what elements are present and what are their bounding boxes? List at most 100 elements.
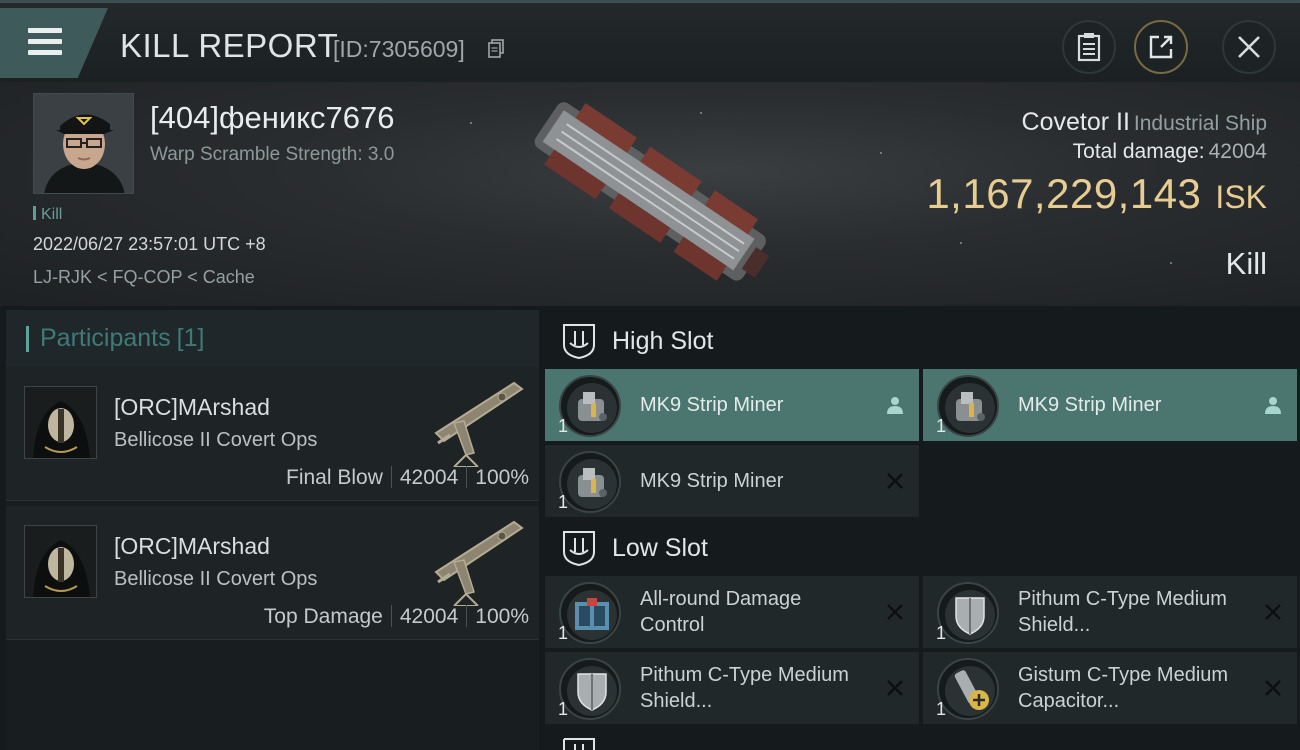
high-slot-title: High Slot	[612, 326, 714, 355]
total-damage: Total damage: 42004	[1073, 140, 1267, 164]
kill-tag: Kill	[33, 206, 62, 224]
total-damage-value: 42004	[1208, 140, 1267, 163]
participant-row[interactable]: [ORC]MArshad Bellicose II Covert Ops Fin…	[6, 367, 539, 501]
kill-location: LJ-RJK < FQ-COP < Cache	[33, 267, 255, 287]
module-quantity: 1	[558, 623, 569, 643]
module-item[interactable]: 1 MK9 Strip Miner	[923, 369, 1297, 441]
capacitor-icon	[937, 658, 999, 720]
participant-stats: Top Damage 42004 100%	[264, 605, 529, 629]
background-star	[470, 122, 472, 124]
close-icon[interactable]	[885, 678, 905, 698]
person-icon[interactable]	[885, 395, 905, 415]
share-icon	[1149, 35, 1173, 59]
participant-percent: 100%	[475, 466, 529, 489]
shield-icon	[937, 582, 999, 644]
stat-separator	[466, 466, 468, 488]
hooded-pilot-icon	[25, 387, 96, 458]
close-icon[interactable]	[1263, 602, 1283, 622]
low-slot-title: Low Slot	[612, 533, 708, 562]
ship-name[interactable]: Covetor II	[1022, 108, 1130, 136]
kill-summary: [404]феникс7676 Warp Scramble Strength: …	[0, 82, 1300, 306]
module-quantity: 1	[936, 623, 947, 643]
module-name: Pithum C-Type Medium Shield...	[640, 664, 849, 712]
participant-damage: 42004	[399, 466, 459, 489]
module-item[interactable]: 1 MK9 Strip Miner	[545, 369, 919, 441]
close-icon[interactable]	[1263, 678, 1283, 698]
module-name: All-round Damage Control	[640, 588, 802, 636]
total-damage-label: Total damage:	[1072, 140, 1205, 163]
victim-avatar[interactable]	[33, 93, 134, 194]
copy-icon[interactable]	[488, 39, 504, 58]
module-quantity: 1	[558, 699, 569, 719]
module-name: MK9 Strip Miner	[640, 470, 784, 492]
high-slot-icon	[563, 324, 595, 359]
stat-separator	[390, 605, 392, 627]
module-item[interactable]: 1 All-round Damage Control	[545, 576, 919, 648]
hooded-pilot-icon	[25, 526, 96, 597]
strip-miner-icon	[559, 451, 621, 513]
module-name: MK9 Strip Miner	[1018, 394, 1162, 416]
participant-damage: 42004	[399, 605, 459, 628]
ship-info: Covetor II Industrial Ship	[1022, 108, 1267, 137]
clipboard-icon	[1077, 33, 1101, 62]
participant-avatar	[24, 525, 97, 598]
participants-header[interactable]: Participants [1]	[6, 310, 539, 367]
strip-miner-graphic	[567, 383, 617, 433]
shield-graphic	[567, 666, 617, 716]
module-quantity: 1	[558, 416, 569, 436]
participant-role: Top Damage	[263, 605, 383, 628]
strip-miner-icon	[559, 375, 621, 437]
stat-separator	[390, 466, 392, 488]
shield-graphic	[945, 590, 995, 640]
isk-value-line: 1,167,229,143 ISK	[926, 170, 1267, 218]
menu-button[interactable]	[0, 8, 108, 78]
background-star	[880, 152, 882, 154]
participant-role: Final Blow	[286, 466, 383, 489]
ship-class: Industrial Ship	[1133, 112, 1267, 135]
participant-name[interactable]: [ORC]MArshad	[114, 394, 270, 421]
module-item[interactable]: 1 MK9 Strip Miner	[545, 445, 919, 517]
module-name: MK9 Strip Miner	[640, 394, 784, 416]
participant-ship: Bellicose II Covert Ops	[114, 568, 318, 590]
participant-avatar	[24, 386, 97, 459]
low-slot-header: Low Slot	[562, 528, 708, 568]
capacitor-graphic	[945, 666, 995, 716]
module-item[interactable]: 1 Pithum C-Type Medium Shield...	[923, 576, 1297, 648]
page-title: KILL REPORT	[120, 27, 339, 64]
background-star	[1170, 262, 1172, 264]
weapon-icon	[434, 381, 524, 467]
module-item[interactable]: 1 Pithum C-Type Medium Shield...	[545, 652, 919, 724]
close-button[interactable]	[1222, 20, 1276, 74]
participants-title: Participants	[40, 324, 171, 352]
module-name: Gistum C-Type Medium Capacitor...	[1018, 664, 1229, 712]
pilot-portrait-icon	[34, 94, 133, 193]
participant-row[interactable]: [ORC]MArshad Bellicose II Covert Ops Top…	[6, 506, 539, 640]
low-slot-icon	[563, 531, 595, 566]
top-bar: KILL REPORT [ID:7305609]	[0, 0, 1300, 82]
close-icon[interactable]	[885, 471, 905, 491]
strip-miner-icon	[937, 375, 999, 437]
module-quantity: 1	[558, 492, 569, 512]
participants-panel: Participants [1] [ORC]MArshad Bellicose …	[6, 310, 539, 750]
weapon-icon	[434, 520, 524, 606]
strip-miner-graphic	[567, 459, 617, 509]
close-icon[interactable]	[885, 602, 905, 622]
participant-stats: Final Blow 42004 100%	[286, 466, 529, 490]
participant-name[interactable]: [ORC]MArshad	[114, 533, 270, 560]
participant-percent: 100%	[475, 605, 529, 628]
background-star	[960, 242, 962, 244]
hamburger-icon-bar	[28, 50, 62, 55]
hamburger-icon-bar	[28, 39, 62, 44]
damage-control-graphic	[567, 590, 617, 640]
victim-name[interactable]: [404]феникс7676	[150, 100, 395, 136]
module-quantity: 1	[936, 416, 947, 436]
warp-scramble-strength: Warp Scramble Strength: 3.0	[150, 144, 395, 165]
person-icon[interactable]	[1263, 395, 1283, 415]
isk-unit: ISK	[1215, 179, 1267, 215]
share-button[interactable]	[1134, 20, 1188, 74]
clipboard-button[interactable]	[1062, 20, 1116, 74]
hamburger-icon	[28, 28, 62, 33]
module-item[interactable]: 1 Gistum C-Type Medium Capacitor...	[923, 652, 1297, 724]
kill-datetime: 2022/06/27 23:57:01 UTC +8	[33, 234, 266, 254]
participant-ship: Bellicose II Covert Ops	[114, 429, 318, 451]
